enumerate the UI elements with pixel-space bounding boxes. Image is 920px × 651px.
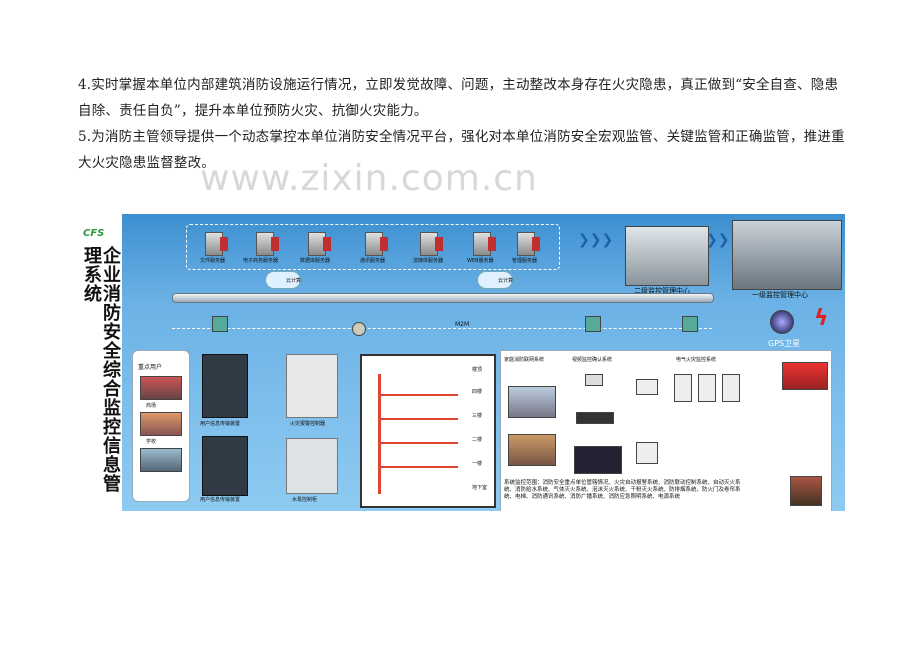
- pipe-line: [378, 466, 458, 468]
- tower-photo: [790, 476, 822, 506]
- electrical-device: [722, 374, 740, 402]
- m2m-label: M2M: [455, 321, 470, 328]
- floor-label: 地下室: [472, 485, 488, 491]
- server-icon: [308, 232, 331, 256]
- building-label: 商场: [146, 403, 157, 409]
- server-icon: [473, 232, 496, 256]
- level1-center-photo: [732, 220, 842, 290]
- m2m-line: [172, 328, 712, 330]
- server-icon: [517, 232, 540, 256]
- node-icon: [585, 316, 601, 332]
- fire-truck-photo: [782, 362, 828, 390]
- pipe-line: [378, 442, 458, 444]
- building-photo: [140, 376, 182, 400]
- node-icon: [682, 316, 698, 332]
- pipe-line: [378, 374, 381, 494]
- server-icon: [365, 232, 388, 256]
- transmission-device: [202, 354, 248, 418]
- level2-center-photo: [625, 226, 709, 286]
- device-label: 火灾报警控制器: [290, 421, 326, 427]
- subsystem-label: 家庭消防联网系统: [504, 357, 545, 363]
- network-bus: [172, 293, 714, 303]
- device-label: 水泵控制柜: [292, 497, 318, 503]
- monitoring-scope-text: 系统监控范围：消防安全重点单位管辖情况、火灾自动报警系统、消防联动控制系统、自动…: [504, 480, 741, 500]
- key-user-label: 重点用户: [138, 364, 163, 371]
- paragraph-4: 4.实时掌握本单位内部建筑消防设施运行情况，立即发觉故障、问题，主动整改本身存在…: [78, 77, 839, 119]
- subsystem-label: 电气火灾监控系统: [676, 357, 717, 363]
- building-photo: [140, 448, 182, 472]
- satellite-dish-icon: [352, 322, 366, 336]
- floor-label: 三楼: [472, 413, 483, 419]
- floor-label: 四楼: [472, 389, 483, 395]
- video-recorder: [576, 412, 614, 424]
- cfs-logo: CFS: [83, 228, 105, 239]
- floor-label: 一楼: [472, 461, 483, 467]
- level1-center-label: 一级监控管理中心: [752, 291, 808, 299]
- floor-label: 楼顶: [472, 367, 483, 373]
- electrical-device: [636, 379, 658, 395]
- server-label: 数据库服务器: [300, 258, 331, 264]
- monitor-screen: [574, 446, 622, 474]
- floor-label: 二楼: [472, 437, 483, 443]
- device-label: 用户信息传输装置: [200, 497, 241, 503]
- arrow-icon: ❯❯❯: [578, 232, 614, 248]
- cloud-label: 云计算: [498, 278, 514, 284]
- interior-photo: [508, 434, 556, 466]
- electrical-device: [636, 442, 658, 464]
- server-label: 流媒体服务器: [413, 258, 444, 264]
- subsystem-label: 视频监控确认系统: [572, 357, 613, 363]
- cloud-label: 云计算: [286, 278, 302, 284]
- server-label: 通讯服务器: [360, 258, 386, 264]
- server-icon: [205, 232, 228, 256]
- pipe-line: [378, 418, 458, 420]
- server-label: WEB服务器: [467, 258, 494, 264]
- electrical-device: [698, 374, 716, 402]
- pump-control-cabinet: [286, 438, 338, 494]
- diagram-title: 企业消防安全综合监控信息管理系统: [81, 246, 121, 493]
- title-band: CFS 企业消防安全综合监控信息管理系统: [80, 214, 122, 511]
- residence-photo: [508, 386, 556, 418]
- server-label: 文件服务器: [200, 258, 226, 264]
- server-icon: [420, 232, 443, 256]
- gps-satellite-icon: [770, 310, 794, 334]
- building-photo: [140, 412, 182, 436]
- pipe-line: [378, 394, 458, 396]
- electrical-device: [674, 374, 692, 402]
- signal-tower-icon: [788, 424, 818, 454]
- server-label: 管理服务器: [512, 258, 538, 264]
- gps-label: GPS卫星: [768, 339, 801, 348]
- transmission-device: [202, 436, 248, 496]
- device-label: 用户信息传输装置: [200, 421, 241, 427]
- camera-icon: [585, 374, 603, 386]
- building-label: 学校: [146, 439, 157, 445]
- lightning-icon: ϟ: [814, 306, 829, 331]
- server-label: 电子商务服务器: [243, 258, 279, 264]
- system-diagram: CFS 企业消防安全综合监控信息管理系统 文件服务器 电子商务服务器 数据库服务…: [80, 214, 845, 511]
- fire-alarm-controller: [286, 354, 338, 418]
- arrow-icon: ❯❯: [706, 232, 730, 248]
- watermark: www.zixin.com.cn: [200, 158, 538, 199]
- server-icon: [256, 232, 279, 256]
- node-icon: [212, 316, 228, 332]
